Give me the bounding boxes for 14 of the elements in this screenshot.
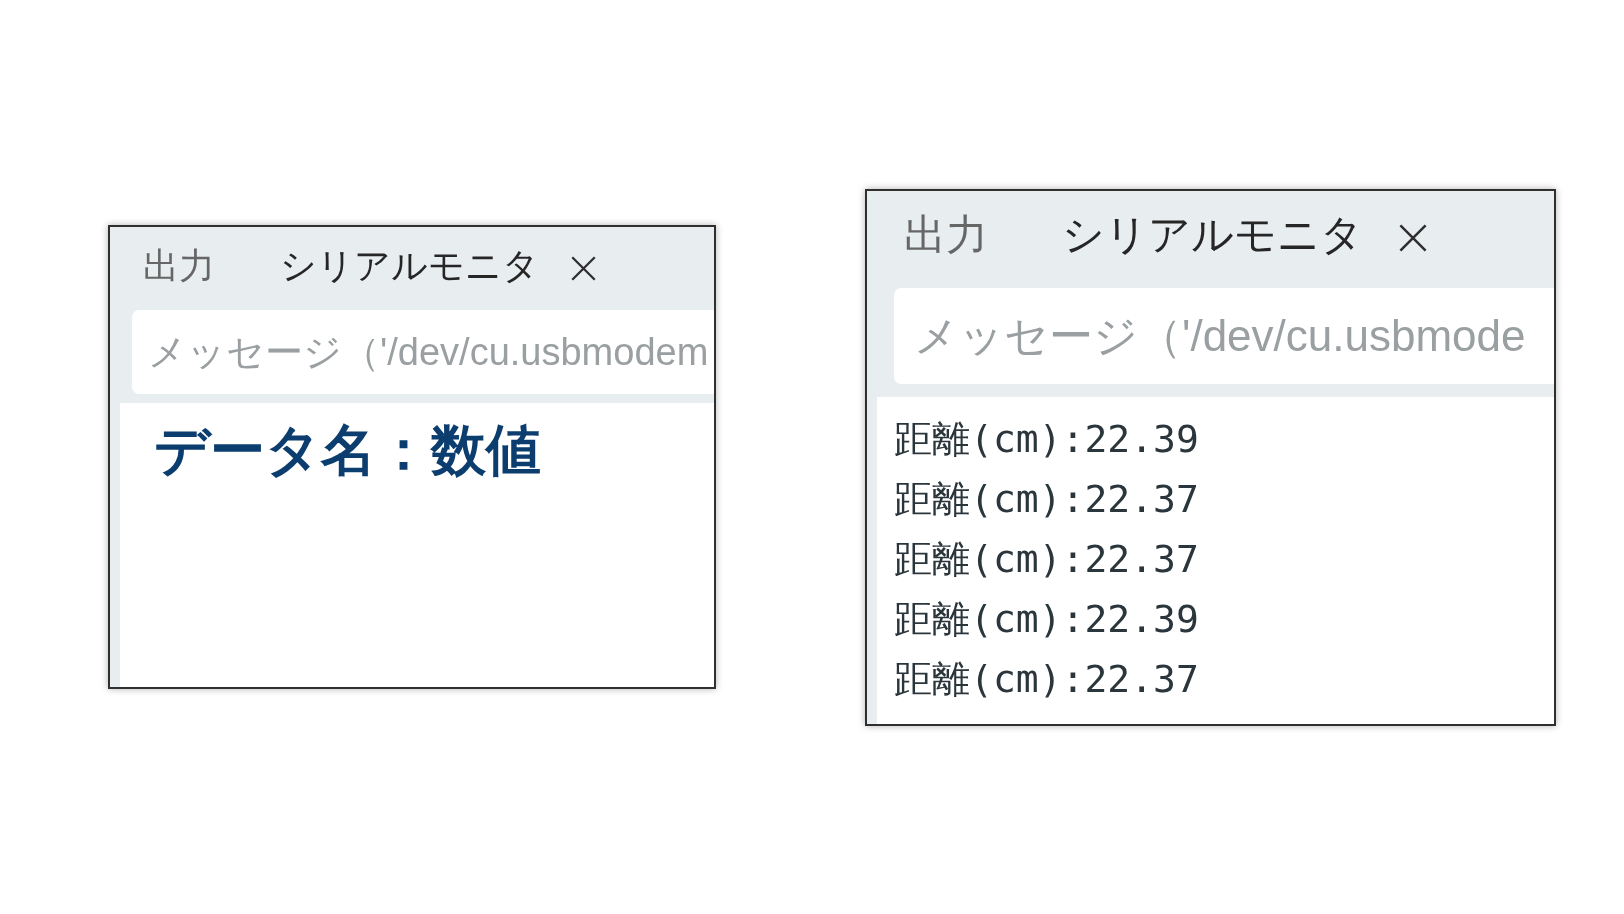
message-field[interactable]: メッセージ（'/dev/cu.usbmode	[894, 287, 1554, 384]
close-icon[interactable]	[1399, 224, 1427, 252]
output-line: 距離(cm):22.37	[894, 655, 1200, 703]
output-line: 距離(cm):22.39	[894, 595, 1200, 643]
caption-text: データ名：数値	[154, 418, 542, 483]
output-line: 距離(cm):22.37	[894, 535, 1200, 583]
output-line: 距離(cm):22.37	[894, 475, 1200, 523]
tab[interactable]: 出力	[143, 244, 215, 287]
tab[interactable]: シリアルモニタ	[280, 244, 539, 287]
tab[interactable]: シリアルモニタ	[1062, 209, 1363, 260]
close-icon[interactable]	[571, 256, 596, 281]
tab[interactable]: 出力	[904, 209, 988, 260]
message-field[interactable]: メッセージ（'/dev/cu.usbmodem	[132, 310, 714, 394]
output-line: 距離(cm):22.39	[894, 415, 1200, 463]
